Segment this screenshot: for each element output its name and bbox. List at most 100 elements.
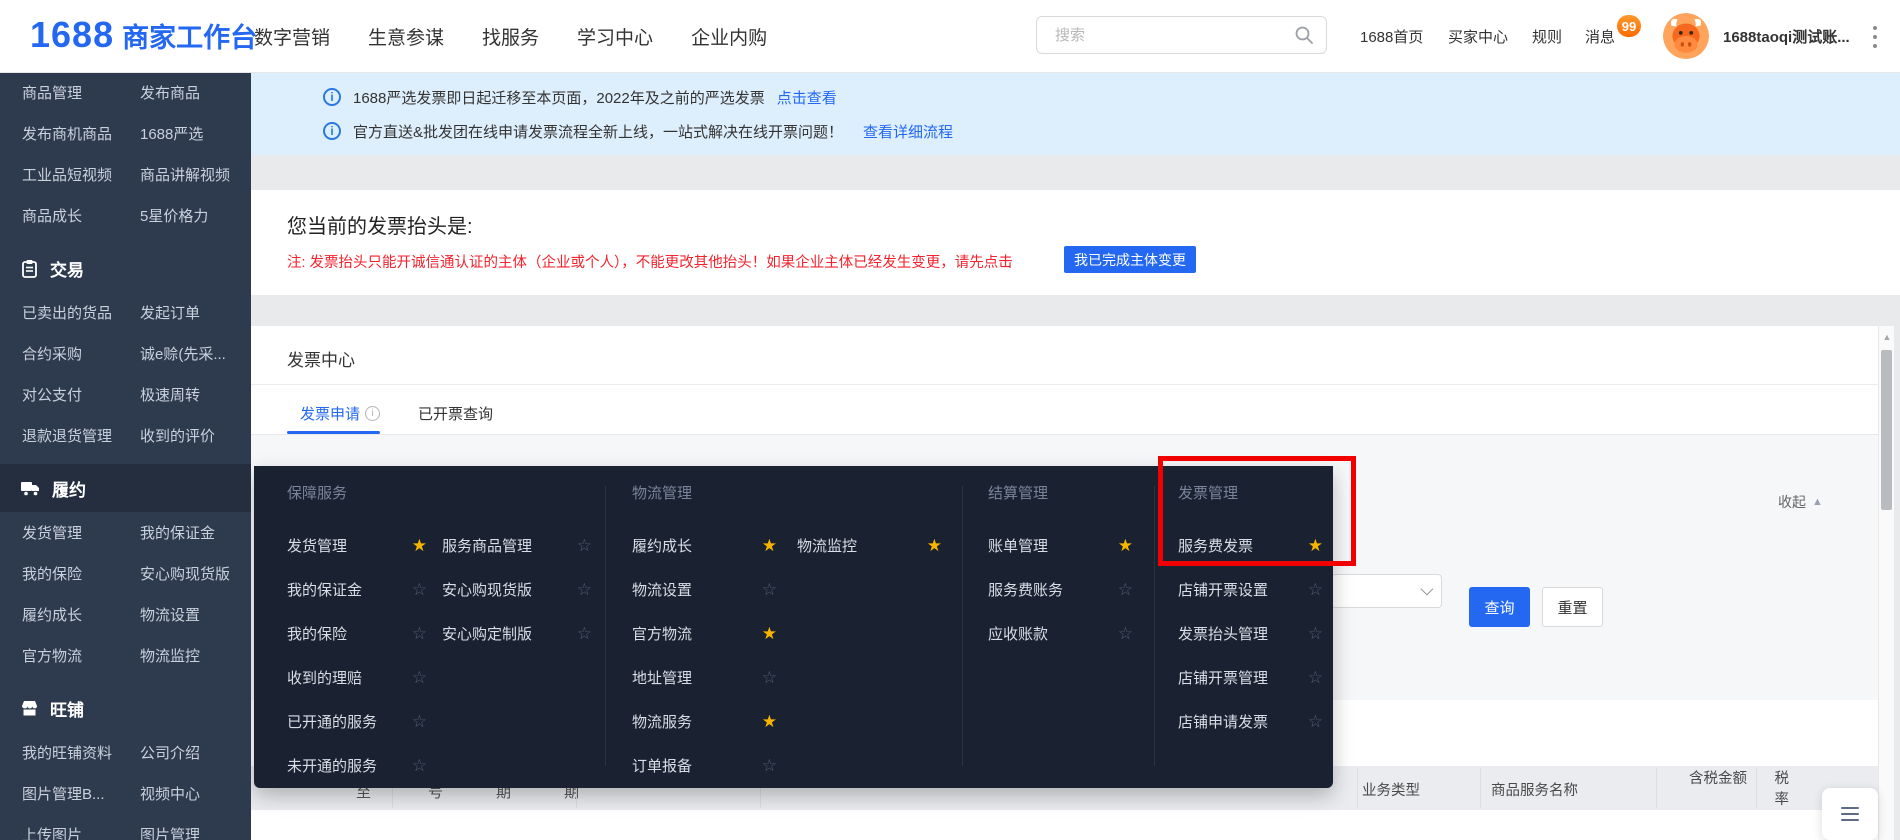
menu-item-shop-invoice-manage[interactable]: 店铺开票管理 bbox=[1178, 655, 1323, 699]
sidebar-item-video-center[interactable]: 视频中心 bbox=[140, 783, 251, 804]
sidebar-item-industrial-video[interactable]: 工业品短视频 bbox=[0, 164, 140, 185]
link-buyer-center[interactable]: 买家中心 bbox=[1448, 0, 1508, 72]
menu-item-order-report[interactable]: 订单报备 bbox=[632, 743, 777, 787]
menu-item-service-fee-account[interactable]: 服务费账务 bbox=[988, 567, 1133, 611]
menu-item-unopened-services[interactable]: 未开通的服务 bbox=[287, 743, 427, 787]
menu-item-invoice-title-manage[interactable]: 发票抬头管理 bbox=[1178, 611, 1323, 655]
query-button[interactable]: 查询 bbox=[1469, 587, 1530, 627]
favorite-star-icon[interactable] bbox=[412, 669, 427, 686]
account-name[interactable]: 1688taoqi测试账... bbox=[1723, 0, 1850, 72]
tab-invoice-apply[interactable]: 发票申请 bbox=[300, 403, 380, 424]
sidebar-item-logistics-settings[interactable]: 物流设置 bbox=[140, 604, 251, 625]
favorite-star-icon[interactable] bbox=[1308, 669, 1323, 686]
avatar[interactable] bbox=[1663, 13, 1709, 59]
sidebar-item-received-reviews[interactable]: 收到的评价 bbox=[140, 425, 251, 446]
subject-changed-button[interactable]: 我已完成主体变更 bbox=[1064, 246, 1196, 273]
favorite-star-icon[interactable] bbox=[1308, 581, 1323, 598]
nav-digital-marketing[interactable]: 数字营销 bbox=[254, 23, 330, 50]
nav-business-advisor[interactable]: 生意参谋 bbox=[368, 23, 444, 50]
menu-item-opened-services[interactable]: 已开通的服务 bbox=[287, 699, 427, 743]
sidebar-item-contract-purchase[interactable]: 合约采购 bbox=[0, 343, 140, 364]
favorite-star-icon[interactable] bbox=[1118, 537, 1133, 554]
sidebar-section-shop[interactable]: 旺铺 bbox=[0, 684, 251, 732]
menu-item-anxin-custom[interactable]: 安心购定制版 bbox=[442, 611, 592, 655]
menu-item-logistics-settings[interactable]: 物流设置 bbox=[632, 567, 777, 611]
sidebar-item-logistics-monitor[interactable]: 物流监控 bbox=[140, 645, 251, 666]
sidebar-item-corporate-pay[interactable]: 对公支付 bbox=[0, 384, 140, 405]
favorite-star-icon[interactable] bbox=[1308, 625, 1323, 642]
sidebar-item-my-insurance[interactable]: 我的保险 bbox=[0, 563, 140, 584]
menu-item-service-product-manage[interactable]: 服务商品管理 bbox=[442, 523, 592, 567]
more-menu-icon[interactable] bbox=[1868, 26, 1882, 48]
menu-item-receivables[interactable]: 应收账款 bbox=[988, 611, 1133, 655]
menu-item-shop-invoice-settings[interactable]: 店铺开票设置 bbox=[1178, 567, 1323, 611]
filter-select[interactable] bbox=[1331, 574, 1442, 608]
menu-item-shop-apply-invoice[interactable]: 店铺申请发票 bbox=[1178, 699, 1323, 743]
favorite-star-icon[interactable] bbox=[412, 537, 427, 554]
scroll-up-icon[interactable]: ▲ bbox=[1879, 332, 1895, 342]
favorite-star-icon[interactable] bbox=[762, 713, 777, 730]
favorite-star-icon[interactable] bbox=[1118, 581, 1133, 598]
sidebar-item-product-manage[interactable]: 商品管理 bbox=[0, 82, 140, 103]
nav-find-services[interactable]: 找服务 bbox=[482, 23, 539, 50]
favorite-star-icon[interactable] bbox=[762, 757, 777, 774]
favorite-star-icon[interactable] bbox=[762, 669, 777, 686]
menu-item-address-manage[interactable]: 地址管理 bbox=[632, 655, 777, 699]
floating-list-widget[interactable] bbox=[1822, 788, 1878, 840]
favorite-star-icon[interactable] bbox=[577, 625, 592, 642]
link-1688-home[interactable]: 1688首页 bbox=[1360, 0, 1423, 72]
scrollbar-thumb[interactable] bbox=[1881, 350, 1892, 510]
favorite-star-icon[interactable] bbox=[1308, 713, 1323, 730]
sidebar-item-shipping-manage[interactable]: 发货管理 bbox=[0, 522, 140, 543]
favorite-star-icon[interactable] bbox=[412, 581, 427, 598]
logo[interactable]: 1688 商家工作台 bbox=[30, 14, 257, 56]
sidebar-item-official-logistics[interactable]: 官方物流 bbox=[0, 645, 140, 666]
favorite-star-icon[interactable] bbox=[412, 713, 427, 730]
nav-enterprise-purchase[interactable]: 企业内购 bbox=[691, 23, 767, 50]
sidebar-item-create-order[interactable]: 发起订单 bbox=[140, 302, 251, 323]
menu-item-logistics-monitor[interactable]: 物流监控 bbox=[797, 523, 942, 567]
vertical-scrollbar[interactable]: ▲ bbox=[1878, 326, 1894, 840]
notice-link-view[interactable]: 点击查看 bbox=[777, 87, 837, 108]
message-count-badge[interactable]: 99 bbox=[1617, 15, 1641, 37]
favorite-star-icon[interactable] bbox=[762, 625, 777, 642]
tab-info-icon[interactable] bbox=[365, 406, 380, 421]
menu-item-official-logistics[interactable]: 官方物流 bbox=[632, 611, 777, 655]
collapse-toggle[interactable]: 收起 ▲ bbox=[1778, 492, 1823, 512]
menu-item-anxin-spot[interactable]: 安心购现货版 bbox=[442, 567, 592, 611]
sidebar-item-company-intro[interactable]: 公司介绍 bbox=[140, 742, 251, 763]
menu-item-fulfillment-growth[interactable]: 履约成长 bbox=[632, 523, 777, 567]
sidebar-item-anxin-spot[interactable]: 安心购现货版 bbox=[140, 563, 251, 584]
sidebar-item-1688-select[interactable]: 1688严选 bbox=[140, 123, 251, 144]
favorite-star-icon[interactable] bbox=[1308, 537, 1323, 554]
menu-item-my-insurance[interactable]: 我的保险 bbox=[287, 611, 427, 655]
link-messages[interactable]: 消息 bbox=[1585, 0, 1615, 72]
favorite-star-icon[interactable] bbox=[412, 757, 427, 774]
nav-learning-center[interactable]: 学习中心 bbox=[577, 23, 653, 50]
search-icon[interactable] bbox=[1294, 25, 1314, 45]
favorite-star-icon[interactable] bbox=[577, 581, 592, 598]
sidebar-item-my-shop-profile[interactable]: 我的旺铺资料 bbox=[0, 742, 140, 763]
sidebar-section-trade[interactable]: 交易 bbox=[0, 244, 251, 292]
notice-link-detail[interactable]: 查看详细流程 bbox=[863, 121, 953, 142]
sidebar-section-fulfillment[interactable]: 履约 bbox=[0, 464, 251, 512]
sidebar-item-publish-opportunity[interactable]: 发布商机商品 bbox=[0, 123, 140, 144]
favorite-star-icon[interactable] bbox=[1118, 625, 1133, 642]
favorite-star-icon[interactable] bbox=[762, 581, 777, 598]
menu-item-service-fee-invoice[interactable]: 服务费发票 bbox=[1178, 523, 1323, 567]
sidebar-item-upload-image[interactable]: 上传图片 bbox=[0, 824, 140, 840]
menu-item-my-deposit[interactable]: 我的保证金 bbox=[287, 567, 427, 611]
favorite-star-icon[interactable] bbox=[412, 625, 427, 642]
sidebar-item-my-deposit[interactable]: 我的保证金 bbox=[140, 522, 251, 543]
search-input[interactable] bbox=[1053, 26, 1294, 45]
favorite-star-icon[interactable] bbox=[577, 537, 592, 554]
sidebar-item-image-manage[interactable]: 图片管理 bbox=[140, 824, 251, 840]
sidebar-item-refund-manage[interactable]: 退款退货管理 bbox=[0, 425, 140, 446]
tab-issued-query[interactable]: 已开票查询 bbox=[418, 403, 493, 424]
menu-item-received-claims[interactable]: 收到的理赔 bbox=[287, 655, 427, 699]
favorite-star-icon[interactable] bbox=[762, 537, 777, 554]
menu-item-bill-manage[interactable]: 账单管理 bbox=[988, 523, 1133, 567]
link-rules[interactable]: 规则 bbox=[1532, 0, 1562, 72]
menu-item-logistics-service[interactable]: 物流服务 bbox=[632, 699, 777, 743]
sidebar-item-cheng-e-credit[interactable]: 诚e赊(先采... bbox=[140, 343, 251, 364]
